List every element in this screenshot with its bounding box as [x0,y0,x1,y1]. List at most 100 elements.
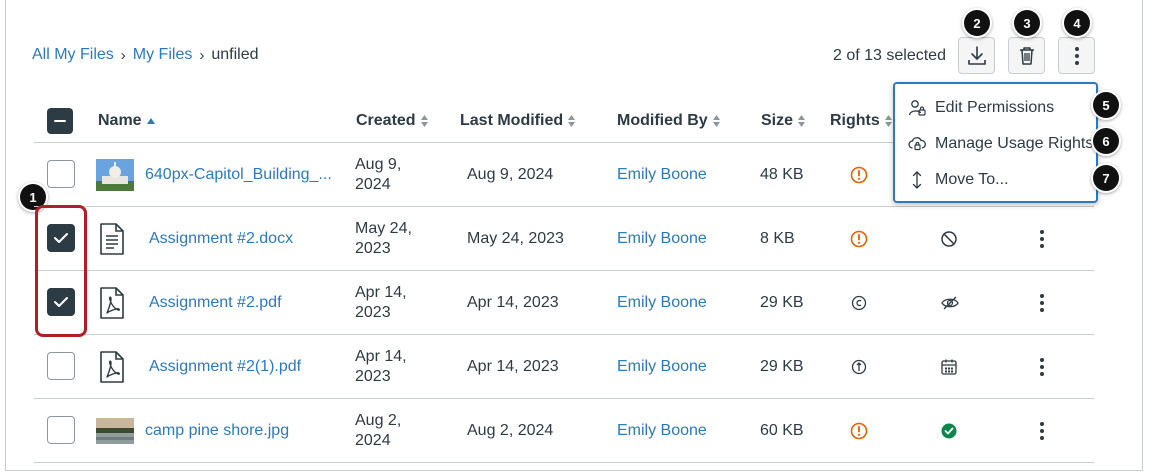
usage-rights-button[interactable] [851,271,867,335]
usage-rights-button[interactable] [850,399,868,463]
kebab-icon [1067,42,1087,70]
breadcrumb-my-files[interactable]: My Files [133,46,193,64]
column-header-rights-label: Rights [830,112,880,129]
public-domain-icon [851,359,867,375]
row-checkbox[interactable] [47,352,75,380]
copyright-icon [851,295,867,311]
calendar-icon [941,359,957,375]
row-actions-button[interactable] [1032,271,1052,335]
thumbnail [98,335,126,399]
callout-7: 7 [1093,165,1119,191]
modified-by-link[interactable]: Emily Boone [617,294,707,312]
hidden-icon [941,296,959,310]
trash-icon [1019,46,1034,65]
callout-3: 3 [1014,10,1040,36]
column-header-size-label: Size [761,112,794,129]
sort-icon [568,115,576,127]
warning-icon [850,230,868,248]
column-header-created-label: Created [356,112,416,129]
warning-icon [850,422,868,440]
column-header-created[interactable]: Created [356,112,428,130]
modified-by-link[interactable]: Emily Boone [617,230,707,248]
menu-item-manage-usage-rights[interactable]: Manage Usage Rights [907,131,1093,157]
kebab-icon [1032,289,1052,317]
publish-status-button[interactable] [940,335,958,399]
sort-icon [712,115,720,127]
permissions-icon [907,99,927,117]
selection-count: 2 of 13 selected [833,47,946,64]
column-header-name-label: Name [98,112,142,129]
last-modified-date: Apr 14, 2023 [467,294,559,311]
last-modified-date: May 24, 2023 [467,230,564,247]
breadcrumb: All My Files › My Files › unfiled [32,46,259,64]
usage-rights-button[interactable] [850,207,868,271]
last-modified-date: Apr 14, 2023 [467,358,559,375]
cloud-lock-icon [907,136,927,152]
row-checkbox[interactable] [47,160,75,188]
breadcrumb-current: unfiled [211,46,259,63]
column-header-modified-by[interactable]: Modified By [617,112,720,130]
usage-rights-button[interactable] [851,335,867,399]
lake-image [96,418,134,444]
breadcrumb-all-my-files[interactable]: All My Files [32,46,114,64]
thumbnail [98,207,126,271]
file-name-link[interactable]: Assignment #2.pdf [149,294,282,312]
file-size: 60 KB [760,422,804,439]
created-date: Aug 9, 2024 [355,156,402,193]
kebab-icon [1032,417,1052,445]
row-actions-button[interactable] [1032,399,1052,463]
file-name-link[interactable]: Assignment #2(1).pdf [149,358,301,376]
menu-item-label: Move To... [935,171,1009,188]
sort-icon [420,115,428,127]
download-button[interactable] [958,37,995,74]
column-header-rights[interactable]: Rights [830,112,892,130]
file-name-link[interactable]: 640px-Capitol_Building_... [145,166,332,184]
column-header-size[interactable]: Size [761,112,806,130]
publish-status-button[interactable] [940,399,958,463]
menu-item-move-to[interactable]: Move To... [907,167,1009,193]
menu-item-edit-permissions[interactable]: Edit Permissions [907,95,1054,121]
file-size: 8 KB [760,230,795,247]
document-icon [100,223,124,255]
thumbnail [96,399,134,463]
created-date: Apr 14, 2023 [355,348,407,385]
column-header-last-modified[interactable]: Last Modified [460,112,576,130]
modified-by-link[interactable]: Emily Boone [617,422,707,440]
file-size: 48 KB [760,166,804,183]
publish-status-button[interactable] [940,271,960,335]
last-modified-date: Aug 2, 2024 [467,422,554,439]
file-name-link[interactable]: Assignment #2.docx [149,230,293,248]
column-header-name[interactable]: Name [98,112,155,130]
more-actions-button[interactable] [1058,37,1095,74]
file-name-link[interactable]: camp pine shore.jpg [145,422,289,440]
table-row: camp pine shore.jpg Aug 2, 2024 Aug 2, 2… [34,399,1094,463]
row-actions-button[interactable] [1032,207,1052,271]
publish-status-button[interactable] [940,207,958,271]
move-icon [907,171,927,189]
thumbnail [96,143,134,207]
created-date: May 24, 2023 [355,220,412,257]
kebab-icon [1032,225,1052,253]
select-all-checkbox[interactable] [47,108,73,134]
kebab-icon [1032,353,1052,381]
callout-6: 6 [1093,128,1119,154]
usage-rights-button[interactable] [850,143,868,207]
column-header-modified-by-label: Modified By [617,112,708,129]
delete-button[interactable] [1008,37,1045,74]
file-size: 29 KB [760,294,804,311]
created-date: Aug 2, 2024 [355,412,402,449]
column-header-last-modified-label: Last Modified [460,112,564,129]
menu-item-label: Manage Usage Rights [935,135,1094,152]
capitol-image [96,159,134,191]
row-actions-button[interactable] [1032,335,1052,399]
warning-icon [850,166,868,184]
callout-2: 2 [964,10,990,36]
row-checkbox[interactable] [47,416,75,444]
modified-by-link[interactable]: Emily Boone [617,166,707,184]
pdf-icon [100,351,124,383]
thumbnail [98,271,126,335]
sort-ascending-icon [146,118,155,124]
callout-5: 5 [1093,92,1119,118]
modified-by-link[interactable]: Emily Boone [617,358,707,376]
file-size: 29 KB [760,358,804,375]
